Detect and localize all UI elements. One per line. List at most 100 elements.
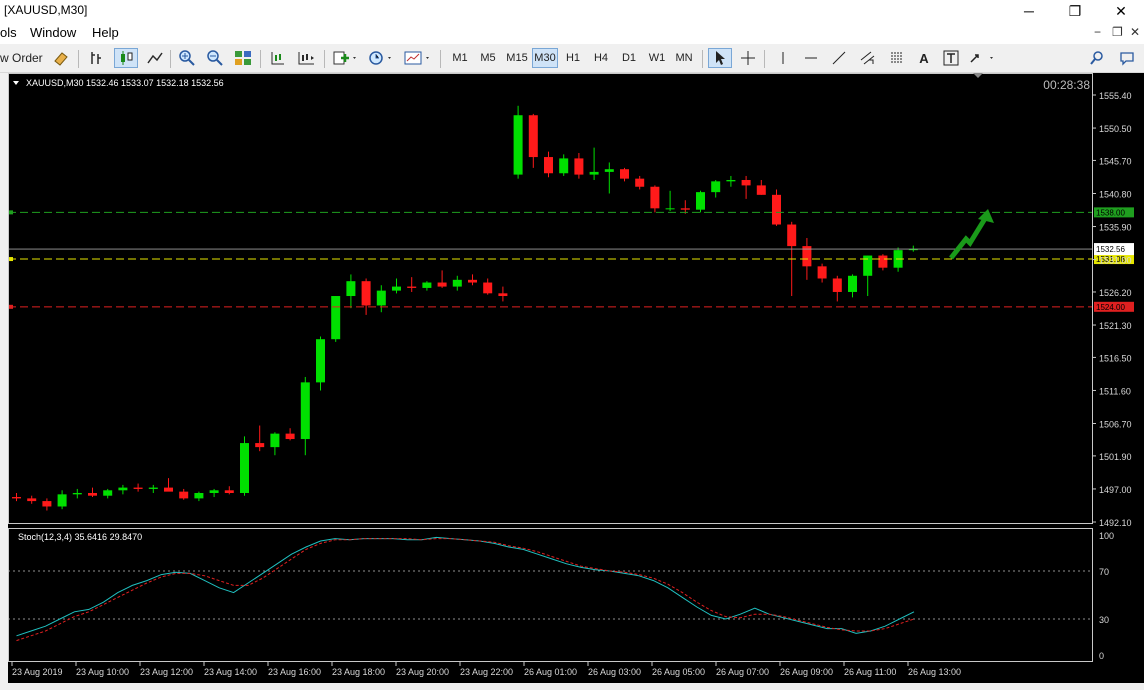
separator [260,50,261,68]
timeframe-m5[interactable]: M5 [476,48,500,68]
candle-body [407,286,417,288]
chat-icon[interactable] [1116,48,1138,68]
candle-body [772,194,781,225]
stoch-scale-label: 100 [1099,531,1114,541]
menu-help[interactable]: Help [92,25,119,40]
eraser-icon[interactable] [50,48,72,68]
chart-shift-marker-icon[interactable] [973,73,983,78]
status-strip [0,683,1144,690]
timeframe-m1[interactable]: M1 [448,48,472,68]
timeframe-w1[interactable]: W1 [645,48,669,68]
horizontal-line-icon[interactable] [800,48,822,68]
candle-body [680,208,690,210]
search-icon[interactable] [1086,48,1108,68]
candle-timer: 00:28:38 [1043,78,1090,92]
candlestick-chart-icon[interactable] [114,48,138,68]
candle-body [12,497,21,499]
timeframe-h4[interactable]: H4 [589,48,613,68]
timeframe-m15[interactable]: M15 [504,48,530,68]
main-pane-border [8,73,1093,524]
time-label: 23 Aug 10:00 [76,667,129,677]
separator [440,50,441,68]
mdi-minimize-button[interactable]: − [1094,25,1101,39]
chart-shift-icon[interactable] [266,48,288,68]
trendline-icon[interactable] [828,48,850,68]
zoom-in-icon[interactable] [176,48,198,68]
cursor-icon[interactable] [708,48,732,68]
candle-body [194,492,204,499]
autoscroll-icon[interactable] [294,48,318,68]
stoch-signal-line [16,538,915,642]
text-tool-button[interactable]: A [914,48,934,68]
stoch-scale-label: 0 [1099,651,1104,661]
price-chart[interactable]: 1538.001531.081524.001532.56 10070300 15… [8,73,1144,683]
candle-body [437,282,447,287]
templates-icon[interactable] [402,48,434,68]
indicators-icon[interactable] [330,48,360,68]
separator [324,50,325,68]
candle-body [513,115,523,175]
level-price-text: 1524.00 [1096,303,1125,312]
candle-body [148,487,158,489]
channel-icon[interactable] [856,48,880,68]
price-label: 1545.70 [1099,156,1132,166]
vertical-line-icon[interactable] [772,48,794,68]
bar-chart-icon[interactable] [86,48,108,68]
close-button[interactable]: ✕ [1098,0,1144,22]
price-label: 1516.50 [1099,353,1132,363]
bid-price-text: 1532.56 [1096,245,1125,254]
stoch-pane-border [8,528,1093,662]
new-order-button[interactable]: w Order [0,48,46,68]
candle-body [361,281,371,306]
crosshair-icon[interactable] [736,48,760,68]
price-label: 1535.90 [1099,223,1132,233]
line-chart-icon[interactable] [144,48,166,68]
chart-info: XAUUSD,M30 1532.46 1533.07 1532.18 1532.… [26,78,224,88]
chart-menu-arrow-icon[interactable] [13,81,19,85]
candle-body [285,433,295,440]
time-label: 23 Aug 18:00 [332,667,385,677]
mdi-close-button[interactable]: ✕ [1130,25,1140,39]
time-label: 23 Aug 20:00 [396,667,449,677]
fibonacci-icon[interactable] [886,48,910,68]
candle-body [756,185,766,195]
timeframe-m30[interactable]: M30 [532,48,558,68]
timeframe-mn[interactable]: MN [672,48,696,68]
periods-clock-icon[interactable] [366,48,396,68]
candle-body [118,487,128,491]
time-label: 26 Aug 13:00 [908,667,961,677]
candle-body [300,382,310,440]
timeframe-h1[interactable]: H1 [561,48,585,68]
level-handle [9,210,13,215]
time-label: 26 Aug 03:00 [588,667,641,677]
minimize-button[interactable]: ─ [1006,0,1052,22]
restore-button[interactable]: ❐ [1052,0,1098,22]
mdi-restore-button[interactable]: ❐ [1112,25,1123,39]
candle-body [57,494,67,507]
menu-bar: ols Window Help − ❐ ✕ [0,22,1144,44]
candle-body [589,171,599,175]
chart-window[interactable]: 1538.00 1531.08 1524.00 1532.56 100 70 30 0 15… [8,73,1144,683]
separator [764,50,765,68]
candle-body [650,186,660,209]
price-label: 1531.00 [1099,256,1132,266]
price-label: 1511.60 [1099,386,1131,396]
zoom-out-icon[interactable] [204,48,226,68]
text-label-icon[interactable] [940,48,962,68]
tile-windows-icon[interactable] [232,48,254,68]
candle-body [270,433,280,448]
candle-body [817,266,827,279]
candle-body [255,443,265,448]
candle-body [376,290,386,306]
menu-tools[interactable]: ols [0,25,17,40]
title-bar: [XAUUSD,M30] ─ ❐ ✕ [0,0,1144,22]
time-label: 26 Aug 05:00 [652,667,705,677]
menu-window[interactable]: Window [30,25,76,40]
timeframe-d1[interactable]: D1 [617,48,641,68]
time-label: 23 Aug 12:00 [140,667,193,677]
arrows-dropdown-icon[interactable] [966,48,998,68]
candle-body [103,490,113,496]
price-label: 1526.20 [1099,288,1132,298]
stoch-main-line [16,536,915,637]
level-price-text: 1538.00 [1096,208,1125,217]
